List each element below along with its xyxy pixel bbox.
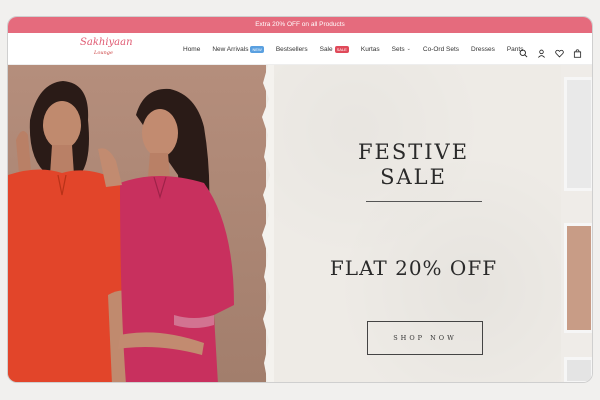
brand-logo[interactable]: Sakhiyaan Lounge xyxy=(80,37,133,59)
wishlist-icon[interactable] xyxy=(555,45,564,58)
nav-item-sale[interactable]: Sale SALE xyxy=(320,45,349,53)
chevron-down-icon: ⌄ xyxy=(406,46,411,52)
headline-line1: FESTIVE xyxy=(357,140,470,164)
promo-bar: Extra 20% OFF on all Products xyxy=(8,17,592,33)
cart-icon[interactable] xyxy=(573,45,582,58)
brand-name: Sakhiyaan xyxy=(80,37,133,48)
hero-photo xyxy=(8,65,270,382)
carousel-thumb[interactable] xyxy=(564,77,592,191)
promo-text: Extra 20% OFF on all Products xyxy=(255,21,345,28)
brand-tagline: Lounge xyxy=(94,50,113,56)
site-header: Sakhiyaan Lounge Home New Arrivals NEW B… xyxy=(8,33,592,65)
account-icon[interactable] xyxy=(537,45,546,58)
nav-item-kurtas[interactable]: Kurtas xyxy=(361,46,380,53)
nav-item-dresses[interactable]: Dresses xyxy=(471,46,495,53)
sale-badge: SALE xyxy=(334,45,349,53)
browser-frame: Extra 20% OFF on all Products Sakhiyaan … xyxy=(7,16,593,383)
models-illustration xyxy=(8,81,234,382)
new-badge: NEW xyxy=(250,45,264,53)
header-icons xyxy=(519,33,582,65)
nav-item-home[interactable]: Home xyxy=(183,46,200,53)
torn-paper-edge xyxy=(262,65,274,382)
nav-item-sets[interactable]: Sets ⌄ xyxy=(392,46,411,53)
search-icon[interactable] xyxy=(519,45,528,57)
hero-banner[interactable]: FESTIVE SALE FLAT 20% OFF SHOP NOW xyxy=(8,65,592,382)
nav-item-bestsellers[interactable]: Bestsellers xyxy=(276,46,308,53)
offer-text: FLAT 20% OFF xyxy=(329,256,498,280)
carousel-thumb[interactable] xyxy=(564,357,592,382)
nav-item-new-arrivals[interactable]: New Arrivals NEW xyxy=(212,45,264,53)
nav-item-co-ord-sets[interactable]: Co-Ord Sets xyxy=(423,46,459,53)
headline-line2: SALE xyxy=(380,165,447,189)
carousel-thumb[interactable] xyxy=(564,223,592,333)
headline-divider xyxy=(366,201,482,202)
sale-paper-panel: FESTIVE SALE FLAT 20% OFF SHOP NOW xyxy=(262,65,561,382)
main-nav: Home New Arrivals NEW Bestsellers Sale S… xyxy=(183,33,523,65)
shop-now-button[interactable]: SHOP NOW xyxy=(367,321,483,355)
